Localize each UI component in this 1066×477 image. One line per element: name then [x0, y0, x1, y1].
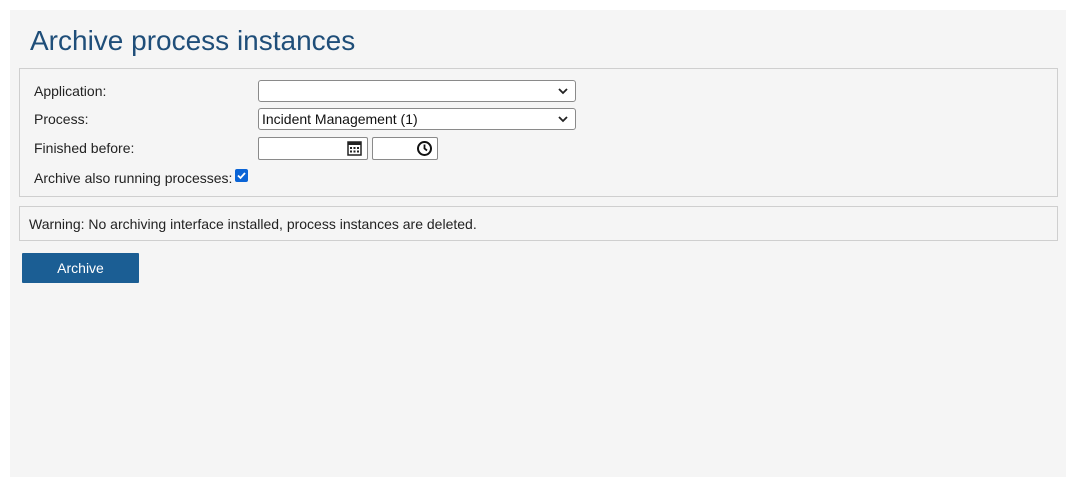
clock-icon[interactable] — [416, 140, 433, 157]
application-row: Application: — [34, 79, 1057, 103]
process-select-value: Incident Management (1) — [262, 111, 418, 127]
finished-before-label: Finished before: — [34, 140, 135, 156]
warning-panel: Warning: No archiving interface installe… — [19, 206, 1058, 241]
archive-running-checkbox[interactable] — [235, 168, 249, 182]
archive-running-label: Archive also running processes: — [34, 170, 233, 186]
chevron-down-icon — [558, 88, 568, 95]
application-label: Application: — [34, 83, 107, 99]
process-label: Process: — [34, 111, 89, 127]
calendar-icon[interactable] — [346, 140, 363, 157]
archive-form-panel: Application: Process: Incident Managemen… — [19, 68, 1058, 197]
checkmark-icon — [237, 171, 247, 179]
finished-before-time-input[interactable] — [372, 136, 438, 160]
chevron-down-icon — [558, 116, 568, 123]
archive-button[interactable]: Archive — [22, 253, 139, 283]
finished-before-row: Finished before: — [34, 136, 1057, 160]
process-row: Process: Incident Management (1) — [34, 107, 1057, 131]
application-select[interactable] — [258, 80, 576, 102]
page-content: Archive process instances Application: P… — [10, 10, 1066, 477]
page-title: Archive process instances — [30, 25, 356, 56]
finished-before-date-input[interactable] — [258, 136, 368, 160]
archive-running-row: Archive also running processes: — [34, 166, 1057, 190]
warning-message: Warning: No archiving interface installe… — [29, 216, 477, 232]
process-select[interactable]: Incident Management (1) — [258, 108, 576, 130]
